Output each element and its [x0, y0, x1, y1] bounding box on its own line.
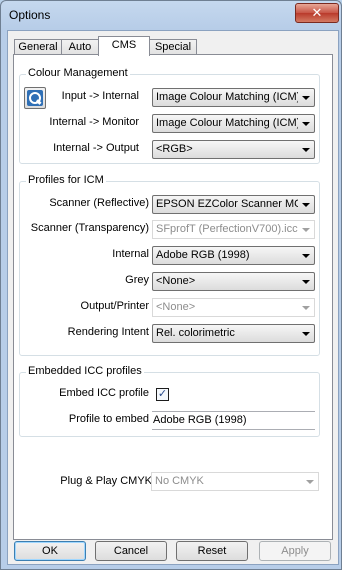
- embedded-icc-title: Embedded ICC profiles: [26, 365, 144, 377]
- grey-value: <None>: [156, 275, 196, 287]
- checkmark-icon: ✓: [157, 388, 168, 400]
- profile-to-embed-field[interactable]: Adobe RGB (1998): [152, 411, 315, 430]
- cms-tab-page: Colour Management Input -> Internal Imag…: [13, 54, 333, 540]
- plug-play-cmyk-select[interactable]: No CMYK: [151, 472, 319, 491]
- colour-management-title: Colour Management: [26, 67, 130, 79]
- plug-play-cmyk-value: No CMYK: [155, 475, 204, 487]
- input-internal-value: Image Colour Matching (ICM): [156, 91, 298, 103]
- output-printer-value: <None>: [156, 301, 196, 313]
- input-internal-select[interactable]: Image Colour Matching (ICM): [152, 88, 315, 107]
- grey-select[interactable]: <None>: [152, 272, 315, 291]
- scanner-transparency-select[interactable]: SFprofT (PerfectionV700).icc: [152, 220, 315, 239]
- internal-monitor-label: Internal -> Monitor: [49, 116, 139, 128]
- colour-management-button[interactable]: [24, 87, 46, 109]
- reset-button-label: Reset: [197, 545, 227, 557]
- window-title: Options: [9, 8, 51, 22]
- chevron-down-icon: [302, 96, 310, 100]
- chevron-down-icon: [302, 228, 310, 232]
- chevron-down-icon: [302, 148, 310, 152]
- rendering-intent-select[interactable]: Rel. colorimetric: [152, 324, 315, 343]
- internal-monitor-value: Image Colour Matching (ICM): [156, 117, 298, 129]
- internal-value: Adobe RGB (1998): [156, 249, 250, 261]
- close-icon: ✕: [311, 5, 323, 20]
- profiles-title: Profiles for ICM: [26, 174, 106, 186]
- tab-special-label: Special: [154, 41, 192, 53]
- rendering-intent-value: Rel. colorimetric: [156, 327, 235, 339]
- internal-output-label: Internal -> Output: [53, 142, 139, 154]
- colour-management-group: Colour Management Input -> Internal Imag…: [19, 67, 320, 164]
- reset-button[interactable]: Reset: [176, 541, 248, 561]
- internal-label: Internal: [112, 248, 149, 260]
- close-button[interactable]: ✕: [295, 3, 339, 23]
- internal-output-value: <RGB>: [156, 143, 193, 155]
- scanner-reflective-value: EPSON EZColor Scanner MO: [156, 198, 298, 210]
- dialog-body: General Auto CMS Special Colour Manageme…: [7, 30, 339, 565]
- title-bar[interactable]: Options ✕: [1, 1, 341, 29]
- internal-output-select[interactable]: <RGB>: [152, 140, 315, 159]
- tab-cms[interactable]: CMS: [98, 36, 150, 56]
- cancel-button[interactable]: Cancel: [95, 541, 167, 561]
- grey-label: Grey: [125, 274, 149, 286]
- tab-general[interactable]: General: [14, 39, 62, 55]
- cancel-button-label: Cancel: [113, 545, 149, 557]
- chevron-down-icon: [302, 122, 310, 126]
- internal-monitor-select[interactable]: Image Colour Matching (ICM): [152, 114, 315, 133]
- colour-management-icon: [27, 90, 43, 106]
- scanner-reflective-select[interactable]: EPSON EZColor Scanner MO: [152, 195, 315, 214]
- profile-to-embed-label: Profile to embed: [68, 413, 149, 425]
- chevron-down-icon: [302, 254, 310, 258]
- ok-button-label: OK: [42, 545, 58, 557]
- tab-auto-label: Auto: [68, 41, 92, 53]
- scanner-reflective-label: Scanner (Reflective): [49, 197, 149, 209]
- tab-special[interactable]: Special: [149, 39, 197, 55]
- profile-to-embed-value: Adobe RGB (1998): [153, 414, 247, 426]
- chevron-down-icon: [302, 280, 310, 284]
- chevron-down-icon: [306, 480, 314, 484]
- chevron-down-icon: [302, 203, 310, 207]
- output-printer-select[interactable]: <None>: [152, 298, 315, 317]
- tab-general-label: General: [18, 41, 58, 53]
- profiles-group: Profiles for ICM Scanner (Reflective) EP…: [19, 174, 320, 356]
- input-internal-label: Input -> Internal: [61, 90, 139, 102]
- tab-auto[interactable]: Auto: [61, 39, 99, 55]
- embed-icc-label: Embed ICC profile: [59, 387, 149, 399]
- scanner-transparency-value: SFprofT (PerfectionV700).icc: [156, 223, 298, 235]
- internal-select[interactable]: Adobe RGB (1998): [152, 246, 315, 265]
- ok-button[interactable]: OK: [14, 541, 86, 561]
- chevron-down-icon: [302, 332, 310, 336]
- rendering-intent-label: Rendering Intent: [67, 326, 149, 338]
- options-window: Options ✕ General Auto CMS Special Colou…: [0, 0, 342, 570]
- scanner-transparency-label: Scanner (Transparency): [30, 222, 149, 234]
- plug-play-cmyk-label: Plug & Play CMYK: [60, 475, 152, 487]
- chevron-down-icon: [302, 306, 310, 310]
- apply-button[interactable]: Apply: [259, 541, 331, 561]
- output-printer-label: Output/Printer: [80, 300, 149, 312]
- embed-icc-checkbox[interactable]: ✓: [156, 388, 169, 401]
- tab-cms-label: CMS: [111, 39, 137, 51]
- embedded-icc-group: Embedded ICC profiles Embed ICC profile …: [19, 365, 320, 437]
- apply-button-label: Apply: [281, 545, 309, 557]
